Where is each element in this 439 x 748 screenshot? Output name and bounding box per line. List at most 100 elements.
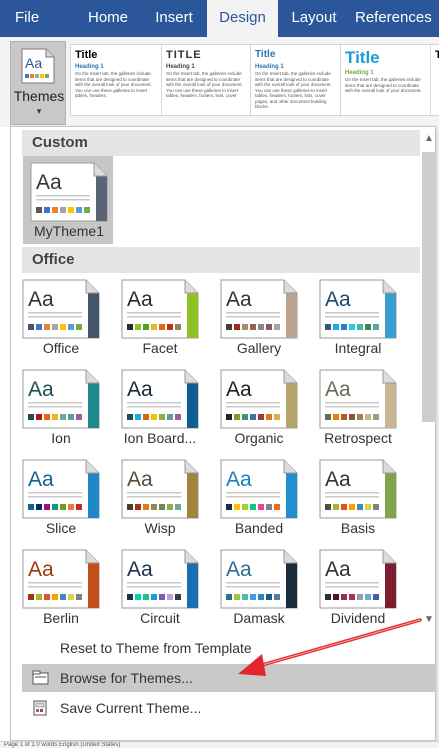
chevron-down-icon: ▾ (36, 106, 42, 116)
theme-tile-retrospect[interactable]: Aa Retrospect (317, 367, 399, 451)
reset-theme-label: Reset to Theme from Template (60, 640, 252, 656)
theme-name: Ion Board... (123, 430, 197, 446)
style-set-preview[interactable]: Ti (430, 44, 439, 116)
theme-thumbnail: Aa (220, 549, 298, 609)
theme-tile-facet[interactable]: Aa Facet (119, 277, 201, 361)
theme-tile-office[interactable]: Aa Office (20, 277, 102, 361)
tab-layout[interactable]: Layout (282, 0, 346, 37)
tab-file[interactable]: File (15, 0, 59, 37)
style-title: Ti (435, 49, 439, 61)
theme-name: Slice (45, 520, 77, 536)
theme-name: Office (42, 340, 80, 356)
scroll-up-arrow[interactable]: ▲ (420, 130, 438, 148)
theme-name: Dividend (330, 610, 386, 626)
style-title: Title (75, 49, 98, 61)
theme-name: MyTheme1 (33, 223, 105, 239)
svg-text:Aa: Aa (325, 288, 351, 311)
folder-icon (32, 670, 49, 685)
theme-thumbnail: Aa (121, 549, 199, 609)
svg-text:Aa: Aa (28, 288, 54, 311)
theme-thumbnail: Aa (319, 459, 397, 519)
svg-text:Aa: Aa (226, 468, 252, 491)
style-set-preview[interactable]: Title Heading 1 On the Insert tab, the g… (70, 44, 162, 116)
theme-tile-banded[interactable]: Aa Banded (218, 457, 300, 541)
theme-thumbnail: Aa (220, 279, 298, 339)
style-title: TITLE (166, 49, 202, 61)
tab-design[interactable]: Design (207, 0, 278, 37)
theme-name: Organic (234, 430, 284, 446)
theme-thumbnail: Aa (121, 279, 199, 339)
theme-thumbnail: Aa (220, 459, 298, 519)
theme-tile-basis[interactable]: Aa Basis (317, 457, 399, 541)
svg-text:Aa: Aa (325, 378, 351, 401)
theme-thumbnail: Aa (121, 369, 199, 429)
scrollbar-thumb[interactable] (422, 152, 436, 422)
theme-tile-slice[interactable]: Aa Slice (20, 457, 102, 541)
theme-tile-gallery[interactable]: Aa Gallery (218, 277, 300, 361)
svg-text:Aa: Aa (25, 55, 42, 71)
theme-tile-damask[interactable]: Aa Damask (218, 547, 300, 631)
theme-thumbnail: Aa (30, 162, 108, 222)
theme-name: Circuit (140, 610, 180, 626)
section-header-custom: Custom (22, 130, 420, 156)
theme-tile-integral[interactable]: Aa Integral (317, 277, 399, 361)
theme-name: Retrospect (324, 430, 392, 446)
svg-text:Aa: Aa (226, 288, 252, 311)
ribbon-tab-bar: File Home Insert Design Layout Reference… (0, 0, 439, 37)
style-heading: Heading 1 (255, 64, 284, 70)
tab-home[interactable]: Home (76, 0, 140, 37)
style-body: On the Insert tab, the galleries include… (166, 71, 243, 98)
tab-references[interactable]: References (355, 0, 439, 37)
browse-themes-menu-item[interactable]: Browse for Themes... (22, 664, 436, 692)
theme-tile-berlin[interactable]: Aa Berlin (20, 547, 102, 631)
themes-label: Themes (13, 88, 65, 104)
svg-text:Aa: Aa (127, 558, 153, 581)
style-heading: Heading 1 (345, 70, 374, 76)
theme-thumbnail: Aa (220, 369, 298, 429)
svg-text:Aa: Aa (127, 378, 153, 401)
tab-insert[interactable]: Insert (143, 0, 205, 37)
theme-thumbnail: Aa (22, 549, 100, 609)
theme-name: Basis (340, 520, 376, 536)
theme-thumbnail: Aa (319, 369, 397, 429)
svg-text:Aa: Aa (36, 171, 62, 194)
browse-themes-label: Browse for Themes... (60, 670, 193, 686)
theme-tile-circuit[interactable]: Aa Circuit (119, 547, 201, 631)
theme-name: Integral (334, 340, 382, 356)
svg-text:Aa: Aa (28, 468, 54, 491)
theme-tile-dividend[interactable]: Aa Dividend (317, 547, 399, 631)
style-heading: Heading 1 (166, 64, 195, 70)
svg-text:Aa: Aa (28, 558, 54, 581)
themes-button[interactable]: Aa Themes ▾ (10, 41, 66, 125)
theme-name: Facet (142, 340, 178, 356)
theme-tile-organic[interactable]: Aa Organic (218, 367, 300, 451)
themes-gallery-dropdown: Custom Office ▲ ▼ Aa MyTheme1 Aa Office Aa F… (10, 126, 436, 741)
theme-tile-ion-board[interactable]: Aa Ion Board... (119, 367, 201, 451)
style-set-preview[interactable]: TITLE Heading 1 On the Insert tab, the g… (161, 44, 253, 116)
theme-tile-wisp[interactable]: Aa Wisp (119, 457, 201, 541)
theme-tile-ion[interactable]: Aa Ion (20, 367, 102, 451)
theme-thumbnail: Aa (22, 369, 100, 429)
save-theme-icon (33, 700, 47, 716)
section-header-office: Office (22, 247, 420, 273)
reset-theme-menu-item[interactable]: Reset to Theme from Template (22, 634, 436, 662)
status-bar: Page 1 of 1 0 words English (United Stat… (0, 741, 439, 748)
theme-name: Damask (233, 610, 285, 626)
style-title: Title (255, 49, 276, 60)
theme-name: Berlin (43, 610, 79, 626)
theme-tile-mytheme1[interactable]: Aa MyTheme1 (23, 156, 113, 244)
svg-text:Aa: Aa (127, 468, 153, 491)
style-set-preview[interactable]: Title Heading 1 On the Insert tab, the g… (250, 44, 342, 116)
style-set-preview[interactable]: Title Heading 1 On the Insert tab, the g… (340, 44, 432, 116)
theme-thumbnail: Aa (319, 549, 397, 609)
theme-thumbnail: Aa (22, 279, 100, 339)
svg-text:Aa: Aa (325, 558, 351, 581)
scroll-down-arrow[interactable]: ▼ (420, 611, 438, 629)
theme-name: Gallery (236, 340, 282, 356)
style-body: On the Insert tab, the galleries include… (255, 71, 332, 109)
theme-name: Banded (234, 520, 284, 536)
style-heading: Heading 1 (75, 64, 104, 70)
save-theme-menu-item[interactable]: Save Current Theme... (22, 694, 436, 722)
svg-text:Aa: Aa (325, 468, 351, 491)
themes-icon: Aa (21, 48, 55, 84)
